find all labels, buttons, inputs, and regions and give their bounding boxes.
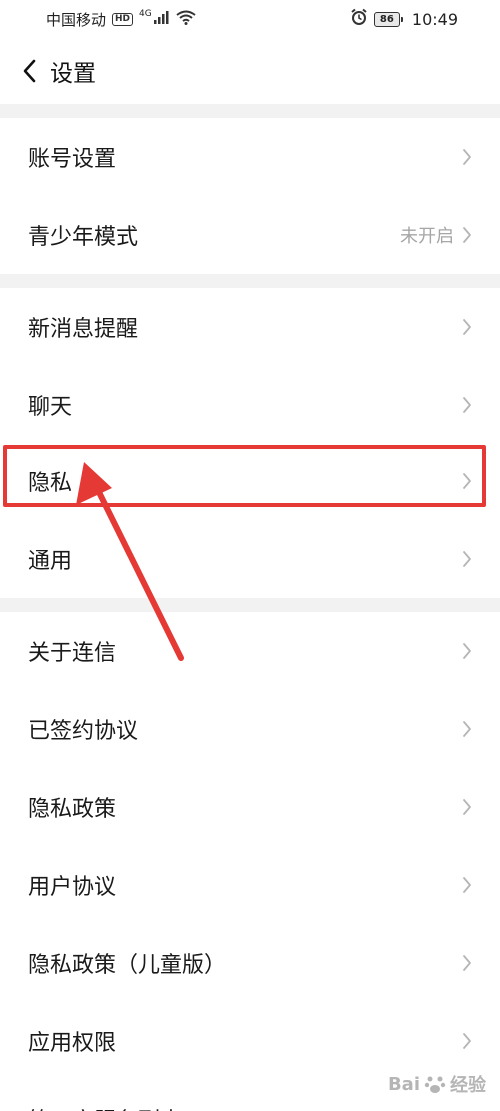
chevron-right-icon — [462, 147, 474, 167]
status-left: 中国移动 HD 4G — [46, 9, 196, 30]
settings-item-label: 青少年模式 — [28, 225, 139, 250]
hd-badge: HD — [112, 12, 134, 26]
clock-label: 10:49 — [411, 9, 458, 29]
wifi-icon — [176, 10, 196, 29]
settings-item-label: 账号设置 — [28, 147, 117, 172]
settings-item-notifications[interactable]: 新消息提醒 — [0, 288, 500, 366]
settings-item-chat[interactable]: 聊天 — [0, 366, 500, 444]
battery-icon: 86 — [373, 11, 403, 27]
settings-item-general[interactable]: 通用 — [0, 520, 500, 598]
settings-item-label: 通用 — [28, 549, 73, 574]
settings-item-label: 已签约协议 — [28, 719, 139, 744]
settings-item-teen-mode[interactable]: 青少年模式 未开启 — [0, 196, 500, 274]
nav-bar: 设置 — [0, 38, 500, 104]
group-separator — [0, 598, 500, 612]
settings-item-privacy-policy[interactable]: 隐私政策 — [0, 768, 500, 846]
alarm-icon — [350, 8, 368, 30]
watermark-brand: Bai — [387, 1073, 420, 1095]
settings-item-signed-agreements[interactable]: 已签约协议 — [0, 690, 500, 768]
settings-item-label: 隐私政策 — [28, 797, 117, 822]
settings-item-user-agreement[interactable]: 用户协议 — [0, 846, 500, 924]
settings-screen: 中国移动 HD 4G 86 10:49 设置 账号设置 青少年模式 未开启 新消… — [0, 0, 500, 1111]
chevron-right-icon — [462, 471, 474, 491]
chevron-right-icon — [462, 797, 474, 817]
status-right: 86 10:49 — [350, 8, 458, 30]
network-type-label: 4G — [139, 9, 152, 19]
chevron-right-icon — [462, 641, 474, 661]
page-title: 设置 — [50, 61, 96, 87]
settings-item-privacy[interactable]: 隐私 — [0, 442, 500, 520]
settings-item-label: 第三方服务列表 — [28, 1103, 462, 1111]
settings-item-label: 用户协议 — [28, 875, 117, 900]
watermark-suffix: 经验 — [450, 1075, 486, 1096]
settings-item-label: 隐私 — [28, 471, 73, 496]
chevron-right-icon — [462, 875, 474, 895]
group-separator — [0, 104, 500, 118]
settings-item-about[interactable]: 关于连信 — [0, 612, 500, 690]
paw-icon — [424, 1076, 446, 1093]
chevron-left-icon[interactable] — [22, 57, 42, 85]
chevron-right-icon — [462, 549, 474, 569]
chevron-right-icon — [462, 953, 474, 973]
signal-icon — [153, 10, 170, 28]
teen-mode-status: 未开启 — [400, 226, 454, 247]
group-separator — [0, 274, 500, 288]
settings-item-app-permissions[interactable]: 应用权限 — [0, 1002, 500, 1080]
chevron-right-icon — [462, 317, 474, 337]
settings-item-label: 关于连信 — [28, 641, 117, 666]
status-bar: 中国移动 HD 4G 86 10:49 — [0, 0, 500, 38]
chevron-right-icon — [462, 1031, 474, 1051]
watermark-logo: Bai 经验 — [388, 1071, 486, 1097]
chevron-right-icon — [462, 719, 474, 739]
settings-item-label: 新消息提醒 — [28, 317, 139, 342]
settings-item-label: 隐私政策（儿童版） — [28, 953, 227, 978]
settings-item-children-privacy-policy[interactable]: 隐私政策（儿童版） — [0, 924, 500, 1002]
chevron-right-icon — [462, 395, 474, 415]
carrier-label: 中国移动 — [46, 10, 107, 29]
settings-item-account[interactable]: 账号设置 — [0, 118, 500, 196]
settings-item-label: 应用权限 — [28, 1031, 117, 1056]
settings-item-label: 聊天 — [28, 395, 73, 420]
chevron-right-icon — [462, 225, 474, 245]
